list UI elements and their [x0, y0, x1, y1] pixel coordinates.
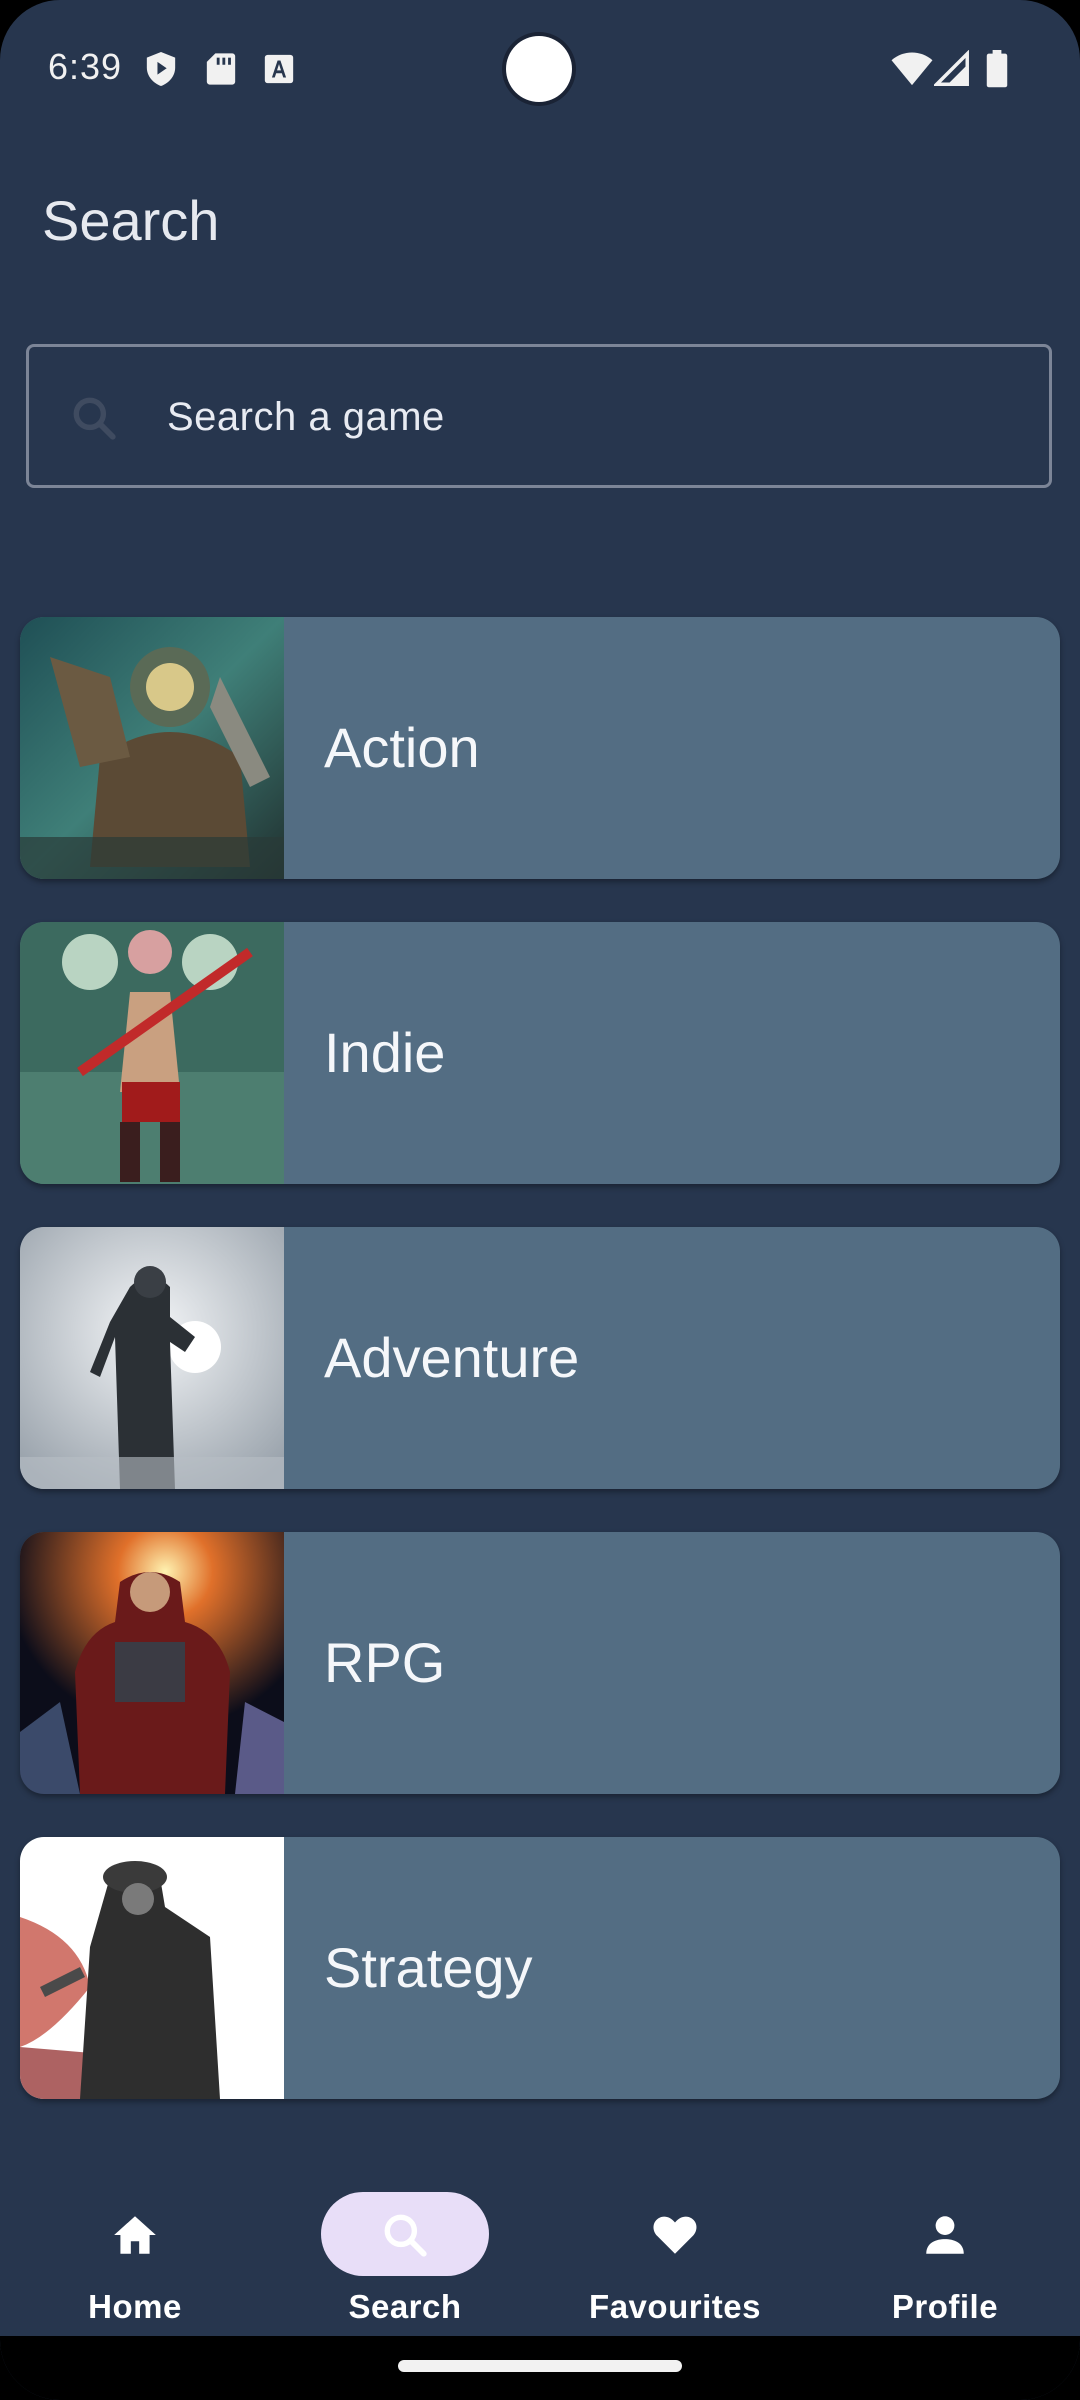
- nav-label: Favourites: [589, 2288, 761, 2325]
- gesture-navigation-area: [0, 2336, 1080, 2400]
- category-label: Action: [324, 716, 480, 779]
- heart-icon: [653, 2216, 697, 2254]
- category-card-strategy[interactable]: Strategy: [20, 1837, 1060, 2099]
- sd-card-icon: [206, 53, 236, 85]
- nav-label: Profile: [891, 2288, 999, 2325]
- rpg-game-art: [20, 1532, 284, 1794]
- category-list: Action Indie Adventure RPG Strategy: [20, 617, 1060, 2142]
- person-icon: [926, 2216, 964, 2254]
- category-label: Strategy: [324, 1936, 533, 1999]
- category-card-adventure[interactable]: Adventure: [20, 1227, 1060, 1489]
- cell-signal-icon: [934, 50, 969, 86]
- category-card-rpg[interactable]: RPG: [20, 1532, 1060, 1794]
- status-time: 6:39: [48, 46, 123, 87]
- category-label: Indie: [324, 1021, 446, 1084]
- category-label: Adventure: [324, 1326, 580, 1389]
- nav-label: Home: [88, 2288, 182, 2325]
- home-icon: [114, 2216, 156, 2254]
- adventure-game-art: [20, 1227, 284, 1489]
- search-input[interactable]: [165, 347, 1029, 487]
- nav-item-favourites[interactable]: Favourites: [540, 2170, 810, 2330]
- nav-item-home[interactable]: Home: [0, 2170, 270, 2330]
- bottom-navigation: Home Search Favourites Profile: [0, 2150, 1080, 2335]
- nav-label: Search: [348, 2288, 462, 2325]
- strategy-game-art: [20, 1837, 284, 2099]
- font-a-icon: [264, 54, 294, 84]
- screen: 6:39 Search Search a game Action Indie A…: [0, 0, 1080, 2400]
- category-card-indie[interactable]: Indie: [20, 922, 1060, 1184]
- status-bar: 6:39: [0, 0, 1080, 140]
- shield-play-icon: [146, 52, 176, 86]
- search-icon[interactable]: [69, 393, 119, 443]
- category-label: RPG: [324, 1631, 446, 1694]
- nav-item-search[interactable]: Search: [270, 2170, 540, 2330]
- nav-item-profile[interactable]: Profile: [810, 2170, 1080, 2330]
- search-field[interactable]: [26, 344, 1052, 488]
- page-title: Search: [42, 189, 220, 252]
- action-game-art: [20, 617, 284, 879]
- indie-game-art: [20, 922, 284, 1184]
- battery-icon: [986, 50, 1008, 88]
- search-icon: [384, 2214, 427, 2257]
- front-camera: [506, 36, 572, 102]
- wifi-icon: [891, 52, 933, 86]
- category-card-action[interactable]: Action: [20, 617, 1060, 879]
- gesture-handle[interactable]: [398, 2360, 682, 2372]
